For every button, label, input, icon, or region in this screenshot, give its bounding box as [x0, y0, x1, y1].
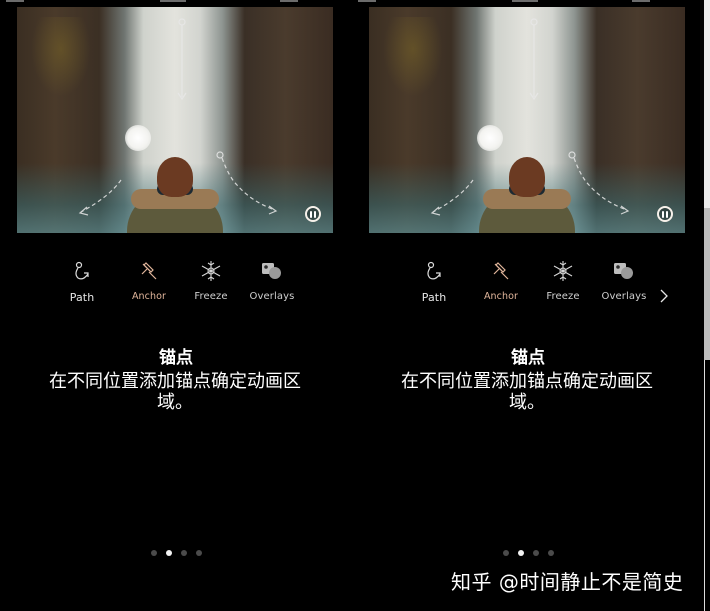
motion-path-arrows [78, 18, 278, 216]
tool-bar: Path Anchor Freeze Overlays [52, 258, 312, 308]
feature-title: 锚点 [511, 348, 545, 368]
arrow-head [268, 205, 278, 215]
path-line [573, 157, 628, 211]
snowflake-icon [553, 261, 573, 281]
page-dot[interactable] [502, 550, 509, 556]
video-preview[interactable] [17, 7, 333, 233]
screen-right: Path Anchor Freeze Overlays 锚点 在不同位置添加锚点… [352, 0, 704, 611]
video-preview[interactable] [369, 7, 685, 233]
overlays-icon [614, 263, 633, 279]
path-handle[interactable] [178, 18, 186, 26]
scrollbar-track[interactable] [704, 0, 710, 611]
page-dot[interactable] [532, 550, 539, 556]
tool-anchor[interactable]: Anchor [119, 258, 179, 302]
status-mark [358, 0, 376, 2]
tool-anchor[interactable]: Anchor [471, 258, 531, 302]
tool-overlays[interactable]: Overlays [242, 258, 302, 302]
path-handle[interactable] [530, 18, 538, 26]
path-icon [75, 261, 89, 280]
tool-bar: Path Anchor Freeze Overlays [404, 258, 664, 308]
status-mark [632, 0, 650, 2]
overlays-icon [262, 263, 281, 279]
motion-path-arrows [430, 18, 630, 216]
feature-title: 锚点 [159, 348, 193, 368]
screen-left: Path Anchor Freeze Overlays 锚点 在不同位置添加锚点… [0, 0, 352, 611]
page-indicator [0, 550, 352, 556]
tool-label: Path [421, 291, 447, 304]
anchor-pin-icon [141, 262, 157, 280]
page-dot-active[interactable] [517, 550, 524, 556]
tool-label: Anchor [131, 291, 167, 302]
tool-path[interactable]: Path [52, 258, 112, 304]
pause-button[interactable] [657, 206, 673, 222]
feature-description: 在不同位置添加锚点确定动画区域。 [401, 371, 653, 413]
chevron-right-icon[interactable] [659, 289, 669, 303]
tool-overlays[interactable]: Overlays [594, 258, 654, 302]
tool-label: Overlays [249, 291, 295, 302]
status-mark [512, 0, 538, 2]
edge-panel [704, 360, 710, 611]
status-mark [6, 0, 24, 2]
tool-label: Freeze [194, 291, 228, 302]
pause-icon [314, 210, 316, 218]
tool-freeze[interactable]: Freeze [181, 258, 241, 302]
pause-icon [662, 210, 664, 218]
tool-label: Path [69, 291, 95, 304]
page-dot[interactable] [547, 550, 554, 556]
status-bar [0, 0, 352, 4]
watermark: 知乎 @时间静止不是简史 [451, 570, 684, 594]
page-dot[interactable] [180, 550, 187, 556]
tool-label: Freeze [546, 291, 580, 302]
pause-icon [666, 210, 668, 218]
tool-freeze[interactable]: Freeze [533, 258, 593, 302]
page-dot-active[interactable] [165, 550, 172, 556]
status-mark [160, 0, 186, 2]
anchor-pin-icon [493, 262, 509, 280]
tool-label: Overlays [601, 291, 647, 302]
arrow-head [620, 205, 630, 215]
pause-icon [310, 210, 312, 218]
pause-button[interactable] [305, 206, 321, 222]
page-dot[interactable] [150, 550, 157, 556]
feature-description: 在不同位置添加锚点确定动画区域。 [49, 371, 301, 413]
status-mark [280, 0, 298, 2]
tool-label: Anchor [483, 291, 519, 302]
page-dot[interactable] [195, 550, 202, 556]
path-handle[interactable] [568, 151, 576, 159]
scrollbar-thumb[interactable] [704, 208, 710, 360]
tool-path[interactable]: Path [404, 258, 464, 304]
path-handle[interactable] [216, 151, 224, 159]
path-icon [427, 261, 441, 280]
path-line [221, 157, 276, 211]
snowflake-icon [201, 261, 221, 281]
page-indicator [352, 550, 704, 556]
status-bar [352, 0, 704, 4]
